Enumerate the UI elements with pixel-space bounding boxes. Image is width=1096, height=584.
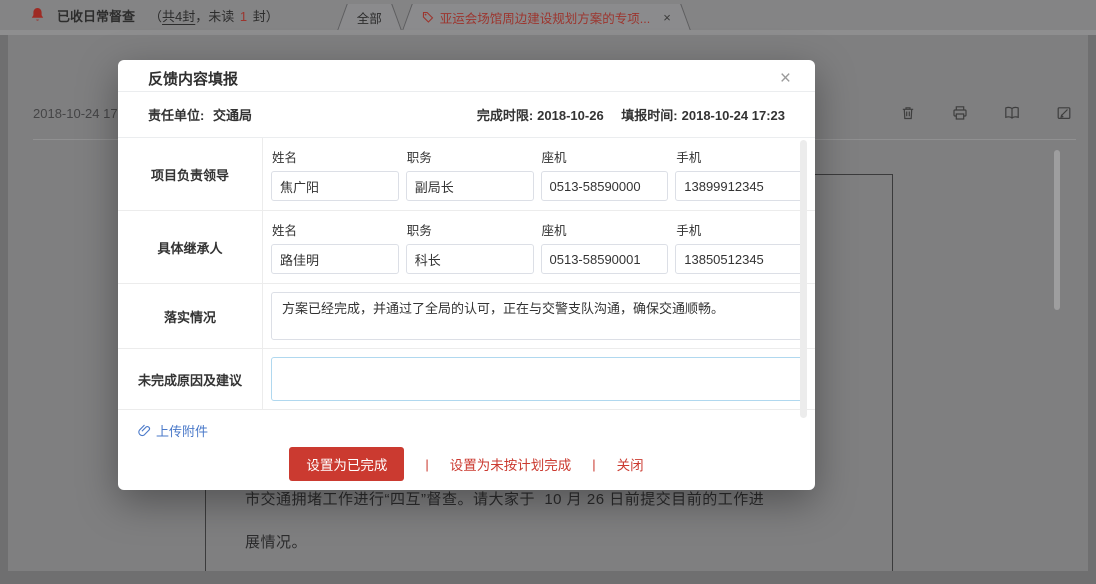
handler-title-input[interactable]: [406, 244, 534, 274]
close-button[interactable]: 关闭: [617, 454, 644, 474]
field-label: 手机: [676, 147, 803, 166]
footer-divider: |: [425, 457, 428, 472]
delete-icon[interactable]: [900, 105, 916, 121]
set-not-completed-button[interactable]: 设置为未按计划完成: [450, 454, 572, 474]
mail-count: （共4封，未读 1 封）: [149, 6, 279, 25]
unread-count: 1: [238, 9, 249, 24]
tab-all-label: 全部: [357, 8, 382, 27]
form-row-reason: 未完成原因及建议: [118, 349, 815, 410]
responsible-unit: 责任单位: 交通局: [148, 105, 252, 124]
paperclip-icon: [138, 424, 151, 437]
field-label: 姓名: [272, 220, 399, 239]
time-info: 完成时限:2018-10-26 填报时间:2018-10-24 17:23: [477, 105, 785, 124]
row-label: 落实情况: [118, 284, 263, 348]
page-scrollbar[interactable]: [1054, 150, 1060, 310]
row-label: 项目负责领导: [118, 138, 263, 210]
handler-landline-input[interactable]: [541, 244, 669, 274]
bell-icon: [30, 7, 45, 23]
document-text-line2: 展情况。: [245, 531, 307, 552]
set-completed-button[interactable]: 设置为已完成: [289, 447, 404, 481]
row-label: 具体继承人: [118, 211, 263, 283]
form-row-status: 落实情况 方案已经完成，并通过了全局的认可，正在与交警支队沟通，确保交通顺畅。: [118, 284, 815, 349]
feedback-modal: 反馈内容填报 × 责任单位: 交通局 完成时限:2018-10-26 填报时间:…: [118, 60, 815, 490]
deadline-value: 2018-10-26: [537, 108, 604, 123]
form-row-handler: 具体继承人 姓名 职务 座机 手机: [118, 211, 815, 284]
row-label: 未完成原因及建议: [118, 349, 263, 409]
modal-body: 项目负责领导 姓名 职务 座机 手机 具体继承人 姓名 职务 座机: [118, 138, 815, 442]
filltime-value: 2018-10-24 17:23: [682, 108, 785, 123]
tab-document[interactable]: 亚运会场馆周边建设规划方案的专项... ×: [402, 4, 691, 30]
handler-name-input[interactable]: [271, 244, 399, 274]
total-count: 共4封: [162, 9, 195, 24]
leader-name-input[interactable]: [271, 171, 399, 201]
upload-attachment-link[interactable]: 上传附件: [138, 421, 208, 440]
leader-landline-input[interactable]: [541, 171, 669, 201]
page-title: 已收日常督查: [57, 6, 135, 25]
field-label: 座机: [542, 220, 669, 239]
unit-value: 交通局: [213, 108, 252, 123]
field-label: 职务: [407, 147, 534, 166]
modal-close-icon[interactable]: ×: [780, 69, 791, 88]
document-text-line1: 市交通拥堵工作进行“四互”督查。请大家于 10 月 26 日前提交目前的工作进: [245, 488, 764, 509]
modal-info-row: 责任单位: 交通局 完成时限:2018-10-26 填报时间:2018-10-2…: [118, 92, 815, 138]
footer-divider: |: [592, 457, 595, 472]
form-row-leader: 项目负责领导 姓名 职务 座机 手机: [118, 138, 815, 211]
field-label: 座机: [542, 147, 669, 166]
reason-textarea[interactable]: [271, 357, 803, 401]
tab-all[interactable]: 全部: [337, 4, 402, 30]
annotate-icon[interactable]: [1056, 105, 1072, 121]
tag-icon: [422, 11, 434, 23]
tab-document-label: 亚运会场馆周边建设规划方案的专项...: [440, 8, 650, 27]
modal-title: 反馈内容填报: [148, 68, 238, 89]
field-label: 姓名: [272, 147, 399, 166]
field-label: 手机: [676, 220, 803, 239]
modal-footer: 设置为已完成 | 设置为未按计划完成 | 关闭: [118, 442, 815, 490]
top-bar: 已收日常督查 （共4封，未读 1 封） 全部 亚运会场馆周边建设规划方案的专项.…: [0, 0, 1096, 30]
mail-toolbar: [900, 105, 1072, 121]
modal-header: 反馈内容填报 ×: [118, 60, 815, 92]
print-icon[interactable]: [952, 105, 968, 121]
leader-mobile-input[interactable]: [675, 171, 803, 201]
tab-bar: 全部 亚运会场馆周边建设规划方案的专项... ×: [337, 0, 691, 30]
read-icon[interactable]: [1004, 105, 1020, 121]
field-label: 职务: [407, 220, 534, 239]
attachment-section: 上传附件 W 亚运会期间我市交通规划方案.docx 85.36K 删除: [118, 410, 815, 442]
leader-title-input[interactable]: [406, 171, 534, 201]
handler-mobile-input[interactable]: [675, 244, 803, 274]
status-textarea[interactable]: 方案已经完成，并通过了全局的认可，正在与交警支队沟通，确保交通顺畅。: [271, 292, 803, 340]
modal-scrollbar[interactable]: [800, 140, 807, 418]
tab-close-icon[interactable]: ×: [663, 10, 671, 25]
